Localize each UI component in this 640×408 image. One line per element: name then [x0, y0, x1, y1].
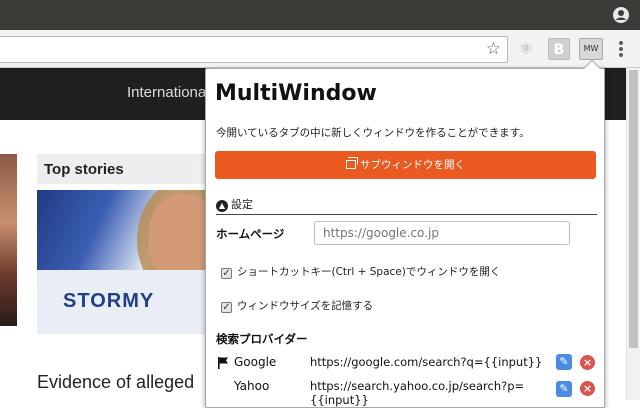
- provider-url-line1: https://search.yahoo.co.jp/search?p=: [310, 379, 525, 393]
- homepage-input[interactable]: [314, 221, 570, 245]
- settings-label: 設定: [231, 198, 253, 211]
- search-providers-label: 検索プロバイダー: [216, 332, 308, 346]
- top-stories-title: Top stories: [44, 161, 124, 178]
- story-headline[interactable]: Evidence of alleged: [37, 372, 194, 393]
- multiwindow-popup: MultiWindow 今開いているタブの中に新しくウィンドウを作ることができま…: [205, 59, 605, 408]
- address-bar[interactable]: ☆: [0, 36, 508, 63]
- story-image-text: STORMY: [63, 290, 155, 312]
- window-icon: [346, 157, 358, 169]
- shortcut-checkbox[interactable]: ✓: [221, 268, 232, 279]
- provider-name: Yahoo: [234, 379, 270, 393]
- delete-provider-button[interactable]: ×: [580, 355, 595, 370]
- popup-title: MultiWindow: [215, 81, 377, 106]
- open-subwindow-label: サブウィンドウを開く: [360, 159, 465, 171]
- browser-menu-icon[interactable]: [614, 39, 628, 59]
- top-stories-header: Top stories: [37, 154, 227, 184]
- shortcut-checkbox-row[interactable]: ✓ ショートカットキー(Ctrl + Space)でウィンドウを開く: [221, 264, 500, 279]
- provider-url: https://google.com/search?q={{input}}: [310, 355, 543, 369]
- window-titlebar: [0, 0, 640, 30]
- story-image[interactable]: STORMY: [37, 190, 227, 334]
- open-subwindow-button[interactable]: サブウィンドウを開く: [215, 151, 596, 179]
- provider-name: Google: [234, 355, 277, 369]
- scrollbar-thumb[interactable]: [629, 70, 638, 348]
- chevron-up-icon: ▲: [216, 200, 228, 212]
- provider-url-line2: {{input}}: [310, 393, 369, 407]
- remember-size-checkbox-row[interactable]: ✓ ウィンドウサイズを記憶する: [221, 298, 373, 313]
- shortcut-checkbox-label: ショートカットキー(Ctrl + Space)でウィンドウを開く: [237, 266, 501, 278]
- edit-provider-button[interactable]: ✎: [556, 354, 572, 370]
- browser-toolbar: ☆ ⚛ B MW: [0, 30, 640, 68]
- bootstrap-icon[interactable]: B: [548, 38, 570, 60]
- settings-section-header[interactable]: ▲ 設定: [216, 193, 597, 215]
- bookmark-star-icon[interactable]: ☆: [486, 40, 501, 58]
- multiwindow-icon[interactable]: MW: [579, 38, 603, 60]
- delete-provider-button[interactable]: ×: [580, 381, 595, 396]
- remember-size-checkbox[interactable]: ✓: [221, 302, 232, 313]
- edit-provider-button[interactable]: ✎: [556, 381, 572, 397]
- nav-item-international[interactable]: Internationa: [127, 84, 206, 101]
- page-scrollbar[interactable]: [626, 68, 640, 400]
- default-flag-icon: [218, 357, 228, 369]
- profile-icon[interactable]: [612, 6, 630, 24]
- remember-size-checkbox-label: ウィンドウサイズを記憶する: [237, 300, 374, 312]
- left-story-image[interactable]: [0, 154, 17, 326]
- provider-row: Yahoo https://search.yahoo.co.jp/search?…: [206, 375, 604, 407]
- popup-description: 今開いているタブの中に新しくウィンドウを作ることができます。: [216, 127, 530, 139]
- react-devtools-icon[interactable]: ⚛: [515, 38, 537, 60]
- provider-url: https://search.yahoo.co.jp/search?p= {{in…: [310, 379, 524, 407]
- homepage-label: ホームページ: [216, 227, 285, 241]
